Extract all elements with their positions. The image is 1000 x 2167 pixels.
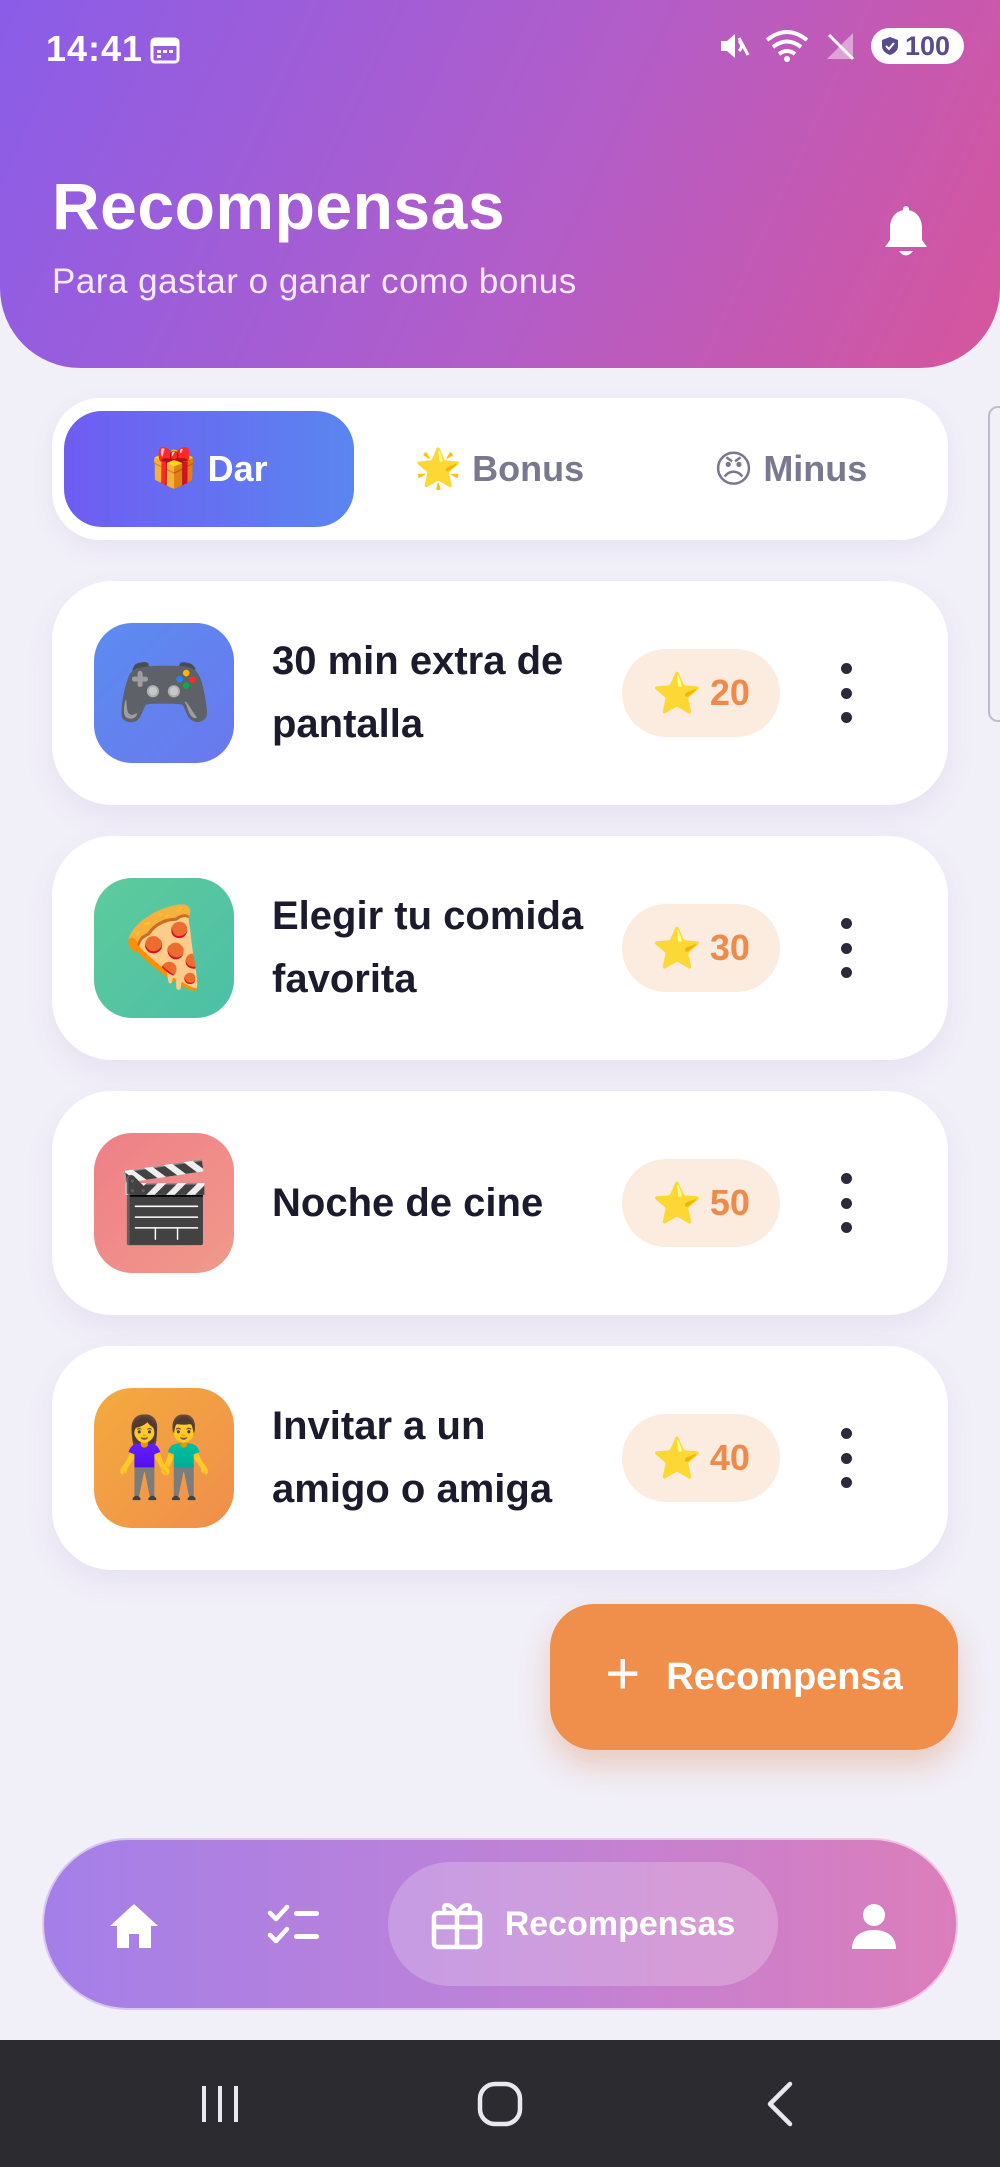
- clock: 14:41: [46, 28, 144, 69]
- tab-label: Dar: [207, 448, 268, 489]
- reward-points-badge: ⭐ 50: [622, 1159, 780, 1247]
- reward-name: 30 min extra de pantalla: [272, 639, 564, 746]
- star-icon: ⭐: [652, 671, 702, 716]
- reward-type-tabs: 🎁 Dar 🌟 Bonus 😠 Minus: [52, 398, 948, 540]
- reward-points-badge: ⭐ 40: [622, 1414, 780, 1502]
- friends-icon: 👫: [115, 1413, 213, 1501]
- wifi-icon: [765, 30, 809, 62]
- reward-icon: 🎮: [94, 623, 234, 763]
- reward-points-badge: ⭐ 20: [622, 649, 780, 737]
- star-icon: ⭐: [652, 1436, 702, 1481]
- more-options-icon[interactable]: [826, 918, 866, 978]
- mute-icon: [720, 34, 750, 58]
- reward-points-badge: ⭐ 30: [622, 904, 780, 992]
- plus-icon: +: [605, 1640, 641, 1707]
- reward-card[interactable]: 👫 Invitar a un amigo o amiga ⭐ 40: [52, 1346, 948, 1570]
- page-title: Recompensas: [52, 169, 506, 243]
- home-system-button[interactable]: [460, 2040, 540, 2167]
- tab-bonus[interactable]: 🌟 Bonus: [354, 411, 645, 527]
- reward-name: Noche de cine: [272, 1180, 544, 1225]
- star-icon: ⭐: [652, 1181, 702, 1226]
- nav-profile[interactable]: [834, 1840, 914, 2012]
- profile-icon: [852, 1904, 896, 1949]
- shield-icon: [881, 37, 898, 55]
- angry-face-emoji-icon: 😠: [713, 448, 754, 491]
- add-reward-label: Recompensa: [666, 1655, 903, 1698]
- bottom-navigation: Recompensas: [42, 1838, 958, 2010]
- tab-label: Minus: [763, 448, 868, 489]
- game-controller-icon: 🎮: [115, 648, 213, 736]
- page-subtitle: Para gastar o ganar como bonus: [52, 262, 577, 301]
- system-navigation-bar: [0, 2040, 1000, 2167]
- glowing-star-emoji-icon: 🌟: [414, 448, 463, 490]
- back-chevron-icon: [767, 2081, 793, 2126]
- home-icon: [110, 1904, 158, 1948]
- recent-apps-button[interactable]: [180, 2040, 260, 2167]
- gift-icon: [431, 1902, 482, 1950]
- clapper-board-icon: 🎬: [115, 1158, 213, 1246]
- reward-points: 30: [709, 927, 750, 968]
- recent-apps-icon: [202, 2085, 238, 2122]
- reward-name: Elegir tu comida favorita: [272, 894, 584, 1001]
- gift-emoji-icon: 🎁: [150, 448, 198, 490]
- more-options-icon[interactable]: [826, 1173, 866, 1233]
- more-options-icon[interactable]: [826, 1428, 866, 1488]
- battery-level: 100: [904, 30, 950, 61]
- reward-card[interactable]: 🎬 Noche de cine ⭐ 50: [52, 1091, 948, 1315]
- battery-indicator: 100: [870, 28, 964, 64]
- calendar-icon: [150, 37, 180, 64]
- scrollbar[interactable]: [988, 406, 1000, 722]
- pizza-icon: 🍕: [115, 903, 213, 991]
- nav-rewards-label: Recompensas: [504, 1904, 736, 1943]
- bell-icon[interactable]: [882, 206, 930, 260]
- nav-tasks[interactable]: [254, 1840, 334, 2012]
- reward-icon: 🎬: [94, 1133, 234, 1273]
- tab-dar[interactable]: 🎁 Dar: [64, 411, 354, 527]
- nav-home[interactable]: [94, 1840, 174, 2012]
- reward-name: Invitar a un amigo o amiga: [272, 1404, 553, 1511]
- reward-card[interactable]: 🍕 Elegir tu comida favorita ⭐ 30: [52, 836, 948, 1060]
- nav-rewards[interactable]: Recompensas: [388, 1862, 778, 1986]
- reward-icon: 🍕: [94, 878, 234, 1018]
- tab-label: Bonus: [472, 448, 585, 489]
- tasks-icon: [267, 1904, 319, 1944]
- status-bar: 14:41 100: [0, 0, 1000, 100]
- home-circle-icon: [477, 2081, 523, 2126]
- more-options-icon[interactable]: [826, 663, 866, 723]
- signal-off-icon: [826, 33, 854, 61]
- back-button[interactable]: [740, 2040, 820, 2167]
- reward-icon: 👫: [94, 1388, 234, 1528]
- reward-points: 20: [709, 672, 750, 713]
- tab-minus[interactable]: 😠 Minus: [645, 411, 936, 527]
- reward-points: 50: [709, 1182, 750, 1223]
- add-reward-button[interactable]: + Recompensa: [550, 1604, 958, 1750]
- reward-card[interactable]: 🎮 30 min extra de pantalla ⭐ 20: [52, 581, 948, 805]
- star-icon: ⭐: [652, 926, 702, 971]
- reward-points: 40: [709, 1437, 750, 1478]
